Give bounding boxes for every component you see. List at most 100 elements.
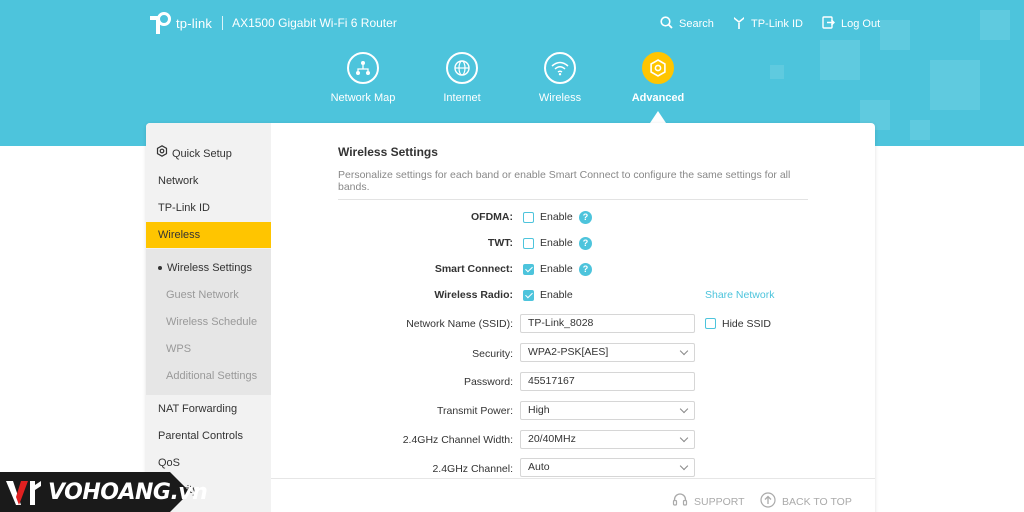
twt-label: TWT: xyxy=(487,237,513,249)
sidebar-item-nat-forwarding-label: NAT Forwarding xyxy=(158,403,238,415)
sidebar-item-quick-setup-label: Quick Setup xyxy=(172,148,232,160)
channel-width-label: 2.4GHz Channel Width: xyxy=(402,434,513,446)
security-label: Security: xyxy=(472,348,513,360)
support-link-label: SUPPORT xyxy=(694,495,745,508)
ssid-label: Network Name (SSID): xyxy=(406,318,513,330)
ofdma-checkbox[interactable] xyxy=(523,212,534,223)
submenu-item-wps[interactable]: WPS xyxy=(146,336,271,362)
nav-internet[interactable]: Internet xyxy=(417,52,507,104)
main-panel: Wireless Settings Personalize settings f… xyxy=(271,123,875,512)
globe-icon xyxy=(446,52,478,84)
submenu-item-additional-settings-label: Additional Settings xyxy=(166,370,258,382)
search-link[interactable]: Search xyxy=(660,16,714,32)
active-nav-pointer xyxy=(650,111,666,123)
submenu-item-wireless-settings[interactable]: Wireless Settings xyxy=(146,255,271,281)
submenu-item-wireless-settings-label: Wireless Settings xyxy=(167,262,252,274)
chevron-down-icon xyxy=(679,433,689,443)
nav-network-map[interactable]: Network Map xyxy=(318,52,408,104)
password-input[interactable]: 45517167 xyxy=(520,372,695,391)
sidebar-item-quick-setup[interactable]: Quick Setup xyxy=(146,141,271,167)
back-to-top-label: BACK TO TOP xyxy=(782,495,852,508)
submenu-item-guest-network-label: Guest Network xyxy=(166,289,239,301)
smart-connect-label: Smart Connect: xyxy=(434,263,513,275)
ssid-value: TP-Link_8028 xyxy=(528,317,594,329)
watermark-text: VOHOANG.vn xyxy=(48,480,208,505)
section-description: Personalize settings for each band or en… xyxy=(338,169,808,200)
nav-network-map-label: Network Map xyxy=(330,92,396,104)
channel-value: Auto xyxy=(528,461,550,473)
sidebar-item-network-label: Network xyxy=(158,175,199,187)
nav-wireless[interactable]: Wireless xyxy=(515,52,605,104)
channel-select[interactable]: Auto xyxy=(520,458,695,477)
smart-connect-option-label: Enable xyxy=(540,263,573,275)
wireless-radio-label: Wireless Radio: xyxy=(434,289,513,301)
content-card: Quick Setup Network TP-Link ID Wireless … xyxy=(146,123,875,512)
sidebar-item-nat-forwarding[interactable]: NAT Forwarding xyxy=(146,396,271,422)
twt-option-label: Enable xyxy=(540,237,573,249)
search-link-label: Search xyxy=(679,18,714,30)
submenu-item-wireless-schedule[interactable]: Wireless Schedule xyxy=(146,309,271,335)
chevron-down-icon xyxy=(679,404,689,414)
network-map-icon xyxy=(347,52,379,84)
logout-icon xyxy=(822,16,841,32)
ofdma-option-label: Enable xyxy=(540,211,573,223)
channel-width-value: 20/40MHz xyxy=(528,433,576,445)
chevron-down-icon xyxy=(679,346,689,356)
footer-bar: SUPPORT BACK TO TOP xyxy=(271,478,875,512)
watermark: VOHOANG.vn xyxy=(0,472,208,512)
sidebar-item-network[interactable]: Network xyxy=(146,168,271,194)
transmit-power-select[interactable]: High xyxy=(520,401,695,420)
ofdma-label: OFDMA: xyxy=(471,211,513,223)
channel-width-select[interactable]: 20/40MHz xyxy=(520,430,695,449)
channel-label: 2.4GHz Channel: xyxy=(432,463,513,475)
gear-icon xyxy=(642,52,674,84)
sidebar-item-qos-label: QoS xyxy=(158,457,181,469)
chevron-down-icon xyxy=(679,461,689,471)
hide-ssid-label: Hide SSID xyxy=(722,318,772,330)
nav-internet-label: Internet xyxy=(443,92,481,104)
quick-setup-icon xyxy=(156,141,168,167)
sidebar-item-tplink-id-label: TP-Link ID xyxy=(158,202,210,214)
watermark-logo-icon xyxy=(4,477,42,509)
nav-wireless-label: Wireless xyxy=(538,92,582,104)
sidebar: Quick Setup Network TP-Link ID Wireless … xyxy=(146,123,271,512)
nav-advanced[interactable]: Advanced xyxy=(613,52,703,104)
headset-icon xyxy=(672,492,694,511)
sidebar-item-tplink-id[interactable]: TP-Link ID xyxy=(146,195,271,221)
sidebar-item-wireless-label: Wireless xyxy=(158,229,201,241)
ssid-input[interactable]: TP-Link_8028 xyxy=(520,314,695,333)
nav-advanced-label: Advanced xyxy=(631,92,685,104)
current-bullet-icon xyxy=(158,266,162,271)
twt-help-icon[interactable]: ? xyxy=(579,237,592,250)
support-link[interactable]: SUPPORT xyxy=(672,492,745,511)
share-network-link[interactable]: Share Network xyxy=(705,289,774,301)
transmit-power-label: Transmit Power: xyxy=(436,405,513,417)
smart-connect-help-icon[interactable]: ? xyxy=(579,263,592,276)
twt-checkbox[interactable] xyxy=(523,238,534,249)
user-id-icon xyxy=(733,16,751,32)
wireless-radio-checkbox[interactable] xyxy=(523,290,534,301)
arrow-up-circle-icon xyxy=(760,492,782,511)
wifi-icon xyxy=(544,52,576,84)
security-select[interactable]: WPA2-PSK[AES] xyxy=(520,343,695,362)
sidebar-item-parental-controls[interactable]: Parental Controls xyxy=(146,423,271,449)
smart-connect-checkbox[interactable] xyxy=(523,264,534,275)
submenu-item-wps-label: WPS xyxy=(166,343,192,355)
section-title: Wireless Settings xyxy=(338,145,438,159)
password-value: 45517167 xyxy=(528,375,575,387)
password-label: Password: xyxy=(463,376,513,388)
security-value: WPA2-PSK[AES] xyxy=(528,346,609,358)
ofdma-help-icon[interactable]: ? xyxy=(579,211,592,224)
tplink-id-link[interactable]: TP-Link ID xyxy=(733,16,803,32)
wireless-radio-option-label: Enable xyxy=(540,289,573,301)
sidebar-item-wireless[interactable]: Wireless xyxy=(146,222,271,248)
submenu-item-additional-settings[interactable]: Additional Settings xyxy=(146,363,271,389)
hide-ssid-checkbox[interactable] xyxy=(705,318,716,329)
logout-link-label: Log Out xyxy=(841,18,881,30)
search-icon xyxy=(660,16,679,32)
submenu-item-guest-network[interactable]: Guest Network xyxy=(146,282,271,308)
transmit-power-value: High xyxy=(528,404,550,416)
back-to-top-link[interactable]: BACK TO TOP xyxy=(760,492,852,511)
tplink-id-link-label: TP-Link ID xyxy=(751,18,803,30)
logout-link[interactable]: Log Out xyxy=(822,16,880,32)
